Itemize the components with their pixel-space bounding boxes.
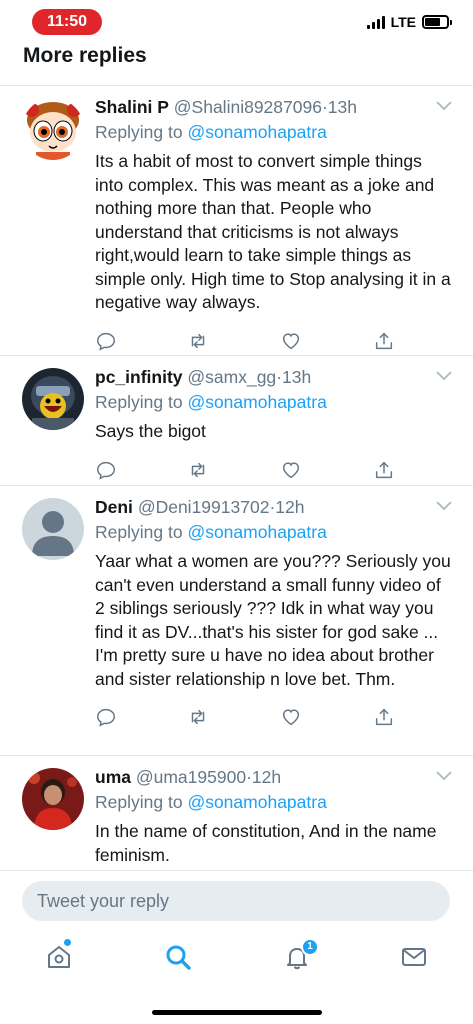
home-indicator-bar[interactable] [152, 1010, 322, 1015]
chevron-down-icon[interactable] [435, 98, 453, 112]
gamer-character-avatar[interactable] [22, 368, 84, 430]
chevron-down-icon[interactable] [435, 768, 453, 782]
user-handle[interactable]: @uma195900 [136, 767, 246, 787]
replying-prefix: Replying to [95, 792, 183, 812]
tweet-header: Deni @Deni19913702·12h [95, 496, 451, 519]
tweet-text: Says the bigot [95, 421, 206, 441]
reply-tweet[interactable]: Shalini P @Shalini89287096·13h Replying … [0, 86, 473, 356]
notifications-badge: 1 [301, 938, 319, 956]
reply-tweet[interactable]: uma @uma195900·12h Replying to @sonamoha… [0, 756, 473, 870]
person-photo-avatar[interactable] [22, 768, 84, 830]
retweet-icon[interactable] [187, 706, 209, 728]
reply-icon[interactable] [95, 330, 117, 352]
status-bar: 11:50 LTE [0, 0, 473, 46]
mention-link[interactable]: @sonamohapatra [187, 122, 326, 142]
share-icon[interactable] [373, 459, 395, 481]
more-replies-heading: More replies [23, 44, 147, 67]
tweet-header: pc_infinity @samx_gg·13h [95, 366, 451, 389]
tweet-time: 13h [282, 367, 312, 387]
status-time: 11:50 [32, 9, 102, 35]
messages-icon[interactable] [399, 942, 429, 972]
tab-bar: 1 [0, 930, 473, 1024]
replying-prefix: Replying to [95, 392, 183, 412]
replies-feed[interactable]: Shalini P @Shalini89287096·13h Replying … [0, 86, 473, 870]
replying-prefix: Replying to [95, 522, 183, 542]
user-handle[interactable]: @Shalini89287096 [174, 97, 322, 117]
share-icon[interactable] [373, 706, 395, 728]
display-name[interactable]: pc_infinity [95, 367, 183, 387]
user-handle[interactable]: @samx_gg [187, 367, 276, 387]
replying-prefix: Replying to [95, 122, 183, 142]
tweet-actions [95, 697, 451, 743]
user-handle[interactable]: @Deni19913702 [138, 497, 270, 517]
tweet-time: 12h [251, 767, 282, 787]
tweet-time: 12h [275, 497, 305, 517]
reply-icon[interactable] [95, 706, 117, 728]
replying-to: Replying to @sonamohapatra [95, 520, 451, 544]
battery-icon [422, 15, 452, 29]
reply-tweet[interactable]: Deni @Deni19913702·12h Replying to @sona… [0, 486, 473, 756]
like-icon[interactable] [280, 706, 302, 728]
replying-to: Replying to @sonamohapatra [95, 120, 451, 144]
replying-to: Replying to @sonamohapatra [95, 390, 451, 414]
mention-link[interactable]: @sonamohapatra [187, 522, 326, 542]
reply-bar: Tweet your reply [0, 870, 473, 930]
display-name[interactable]: Shalini P [95, 97, 169, 117]
like-icon[interactable] [280, 330, 302, 352]
like-icon[interactable] [280, 459, 302, 481]
tweet-reply-input[interactable]: Tweet your reply [22, 881, 450, 921]
replying-to: Replying to @sonamohapatra [95, 790, 451, 814]
status-indicators: LTE [366, 14, 452, 30]
share-icon[interactable] [373, 330, 395, 352]
home-icon[interactable] [44, 942, 74, 972]
mention-link[interactable]: @sonamohapatra [187, 792, 326, 812]
retweet-icon[interactable] [187, 459, 209, 481]
tweet-header: uma @uma195900·12h [95, 766, 451, 789]
retweet-icon[interactable] [187, 330, 209, 352]
display-name[interactable]: Deni [95, 497, 133, 517]
mention-link[interactable]: @sonamohapatra [187, 392, 326, 412]
tweet-time: 13h [327, 97, 357, 117]
tweet-text: Its a habit of most to convert simple th… [95, 151, 451, 312]
tweet-text: Yaar what a women are you??? Seriously y… [95, 551, 451, 689]
default-profile-avatar[interactable] [22, 498, 84, 560]
reply-icon[interactable] [95, 459, 117, 481]
home-new-indicator [64, 939, 71, 946]
reply-tweet[interactable]: pc_infinity @samx_gg·13h Replying to @so… [0, 356, 473, 486]
tweet-text: In the name of constitution, And in the … [95, 821, 437, 865]
chevron-down-icon[interactable] [435, 498, 453, 512]
powerpuff-girl-avatar[interactable] [22, 98, 84, 160]
cellular-signal-icon [366, 15, 385, 29]
chevron-down-icon[interactable] [435, 368, 453, 382]
network-type: LTE [390, 14, 416, 30]
search-icon[interactable] [163, 942, 193, 972]
tweet-header: Shalini P @Shalini89287096·13h [95, 96, 451, 119]
display-name[interactable]: uma [95, 767, 131, 787]
